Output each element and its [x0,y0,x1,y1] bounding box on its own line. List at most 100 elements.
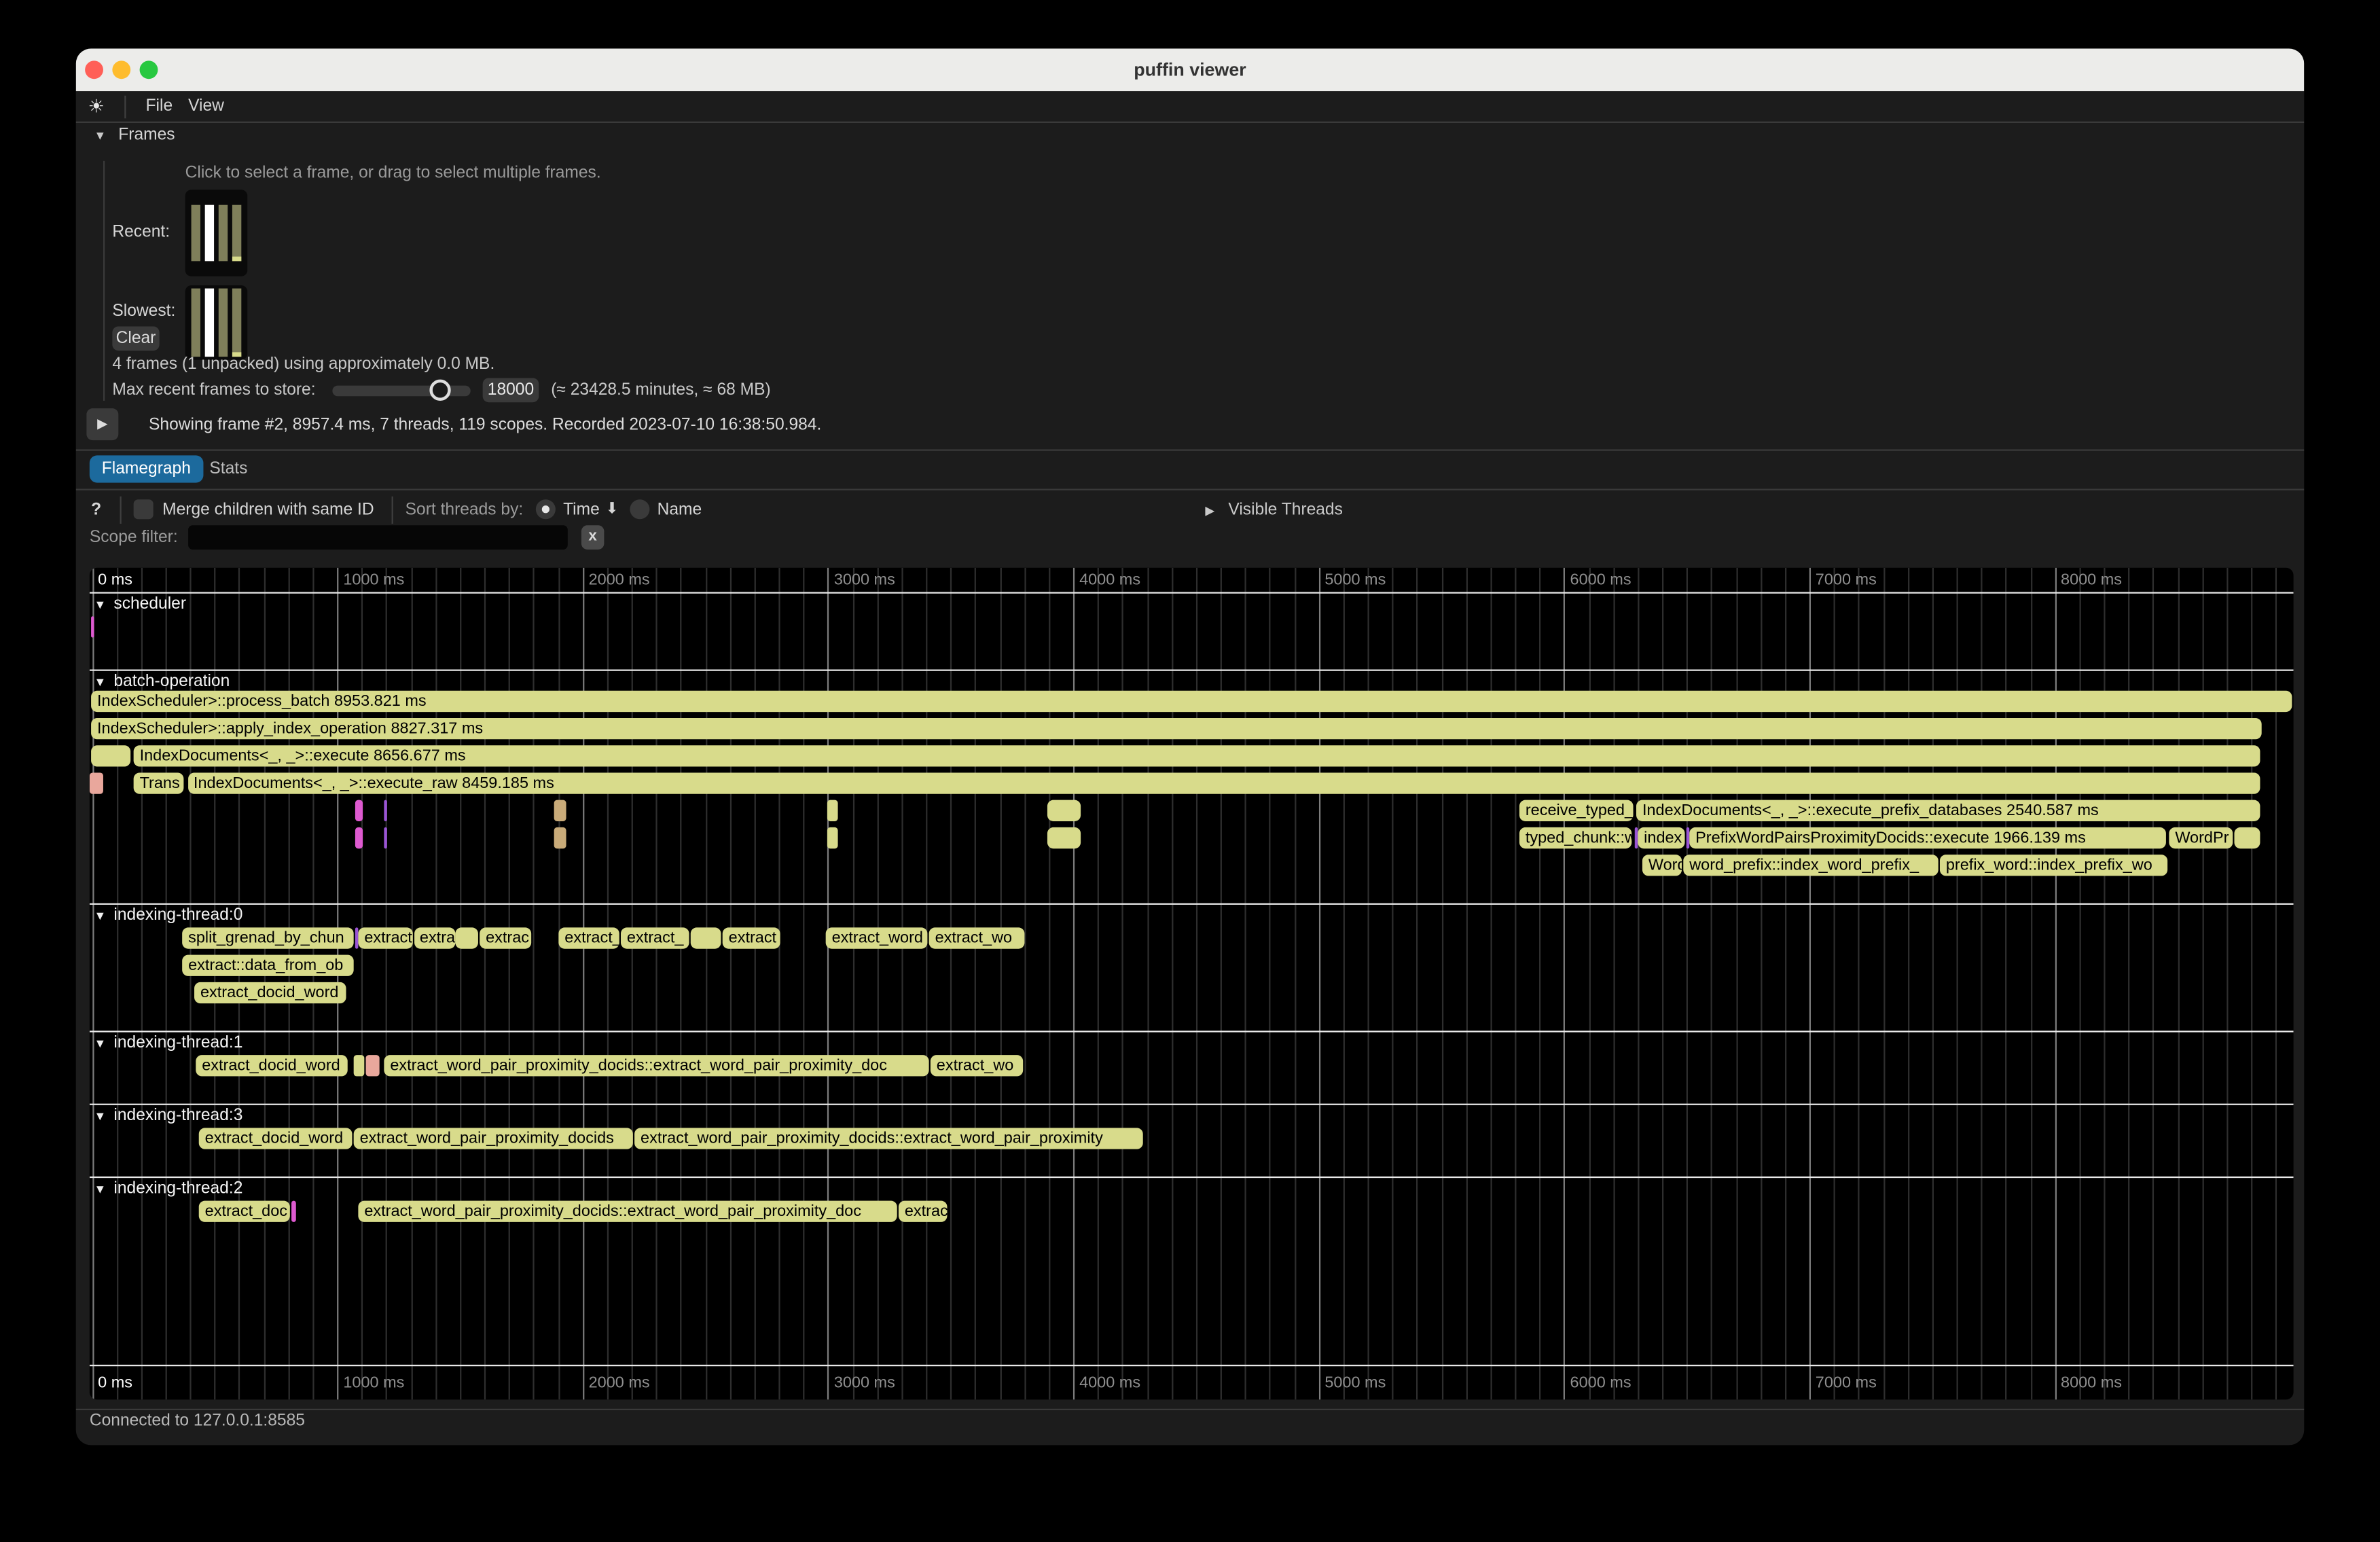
scope-bar[interactable]: IndexScheduler>::process_batch 8953.821 … [91,691,2292,712]
scope-bar[interactable]: extract_wo [929,927,1025,948]
scope-bar[interactable] [1686,827,1689,848]
scope-bar[interactable]: extract_docid_word [196,1055,347,1076]
scope-bar[interactable]: word_prefix::index_word_prefix_ [1683,855,1938,876]
max-frames-value[interactable]: 18000 [483,378,539,402]
scope-bar[interactable]: extra [414,927,454,948]
scope-bar[interactable]: extract_doc [199,1201,290,1222]
flamegraph-canvas[interactable]: 0 ms0 ms1000 ms1000 ms2000 ms2000 ms3000… [90,568,2294,1400]
scope-bar[interactable]: extract_docid_word [199,1128,353,1149]
clear-filter-button[interactable]: x [581,525,605,550]
scope-bar[interactable] [91,745,130,766]
sort-name-radio[interactable] [630,499,649,519]
frame-thumbnail-bar[interactable] [232,205,241,262]
scope-bar[interactable]: extract::data_from_ob [182,955,354,976]
scope-bar[interactable] [366,1055,380,1076]
scope-bar[interactable] [1634,827,1637,848]
scope-bar[interactable]: receive_typed_ [1519,800,1634,821]
scope-bar[interactable] [691,927,721,948]
scope-bar[interactable]: extract_word_pair_proximity_docids::extr… [358,1201,897,1222]
scope-filter-input[interactable] [188,525,568,550]
frame-thumbnail-bar[interactable] [192,205,200,262]
scope-bar[interactable]: index [1638,827,1684,848]
scope-bar[interactable]: extract_word_pair_proximity_docids::extr… [634,1128,1143,1149]
scope-bar[interactable] [90,772,103,793]
scope-bar[interactable]: IndexDocuments<_, _>::execute_prefix_dat… [1636,800,2260,821]
chevron-right-icon: ▶ [1205,504,1214,518]
thread-header[interactable]: ▼indexing-thread:0 [94,905,243,926]
thread-header[interactable]: ▼indexing-thread:2 [94,1178,243,1199]
recent-frames-thumbnail[interactable] [185,190,248,276]
thread-header[interactable]: ▼indexing-thread:3 [94,1105,243,1126]
scope-bar[interactable]: extrac [480,927,531,948]
frame-thumbnail-bar[interactable] [205,289,214,357]
time-tick-label: 8000 ms [2061,1374,2122,1393]
scope-bar[interactable]: extract_ [621,927,689,948]
scope-bar[interactable]: extrac [899,1201,948,1222]
scope-bar[interactable]: extract_word [826,927,928,948]
menu-file[interactable]: File [146,92,173,121]
slowest-frames-thumbnail[interactable] [185,285,248,360]
tab-stats[interactable]: Stats [198,455,260,482]
window-title: puffin viewer [76,49,2305,92]
scope-bar[interactable] [2234,827,2260,848]
scope-bar[interactable] [90,616,93,637]
scope-bar[interactable] [554,800,566,821]
scope-bar[interactable] [827,827,838,848]
time-tick-label: 2000 ms [589,1374,650,1393]
scope-bar[interactable] [383,827,386,848]
time-tick-label: 5000 ms [1324,571,1386,590]
scope-bar[interactable]: IndexDocuments<_, _>::execute 8656.677 m… [134,745,2260,766]
scope-bar[interactable]: IndexScheduler>::apply_index_operation 8… [91,718,2262,739]
scope-bar[interactable]: extract_docid_word [194,982,346,1003]
scope-bar[interactable] [291,1201,295,1222]
thread-header[interactable]: ▼batch-operation [94,671,230,692]
scope-bar[interactable]: typed_chunk::w [1519,827,1631,848]
merge-children-label: Merge children with same ID [162,499,374,520]
scope-bar[interactable] [455,927,478,948]
frame-thumbnail-bar[interactable] [192,289,200,357]
scope-bar[interactable]: Trans [134,772,184,793]
play-button[interactable]: ▶ [86,408,118,440]
scope-bar[interactable] [355,827,363,848]
scope-bar[interactable] [354,1055,365,1076]
scope-bar[interactable]: PrefixWordPairsProximityDocids::execute … [1689,827,2166,848]
scope-bar[interactable] [355,927,357,948]
menu-view[interactable]: View [188,92,224,121]
slider-knob[interactable] [429,380,450,401]
section-separator [90,1365,2294,1366]
help-button[interactable]: ? [91,499,101,520]
frame-thumbnail-bar[interactable] [205,205,214,262]
sort-time-radio[interactable] [536,499,556,519]
scope-bar[interactable]: extract_word_pair_proximity_docids [354,1128,633,1149]
chevron-down-icon: ▼ [94,598,107,611]
clear-button[interactable]: Clear [112,326,159,351]
scope-bar[interactable]: prefix_word::index_prefix_wo [1940,855,2167,876]
scope-bar[interactable]: extract [358,927,412,948]
scope-bar[interactable]: IndexDocuments<_, _>::execute_raw 8459.1… [187,772,2259,793]
frame-thumbnail-bar[interactable] [219,205,228,262]
scope-bar[interactable]: extract_wo [931,1055,1023,1076]
time-tick-label: 8000 ms [2061,571,2122,590]
merge-children-checkbox[interactable] [134,499,154,519]
scope-bar[interactable] [554,827,566,848]
scope-bar[interactable]: Word [1642,855,1682,876]
scope-bar[interactable]: extract_ [558,927,619,948]
scope-bar[interactable]: split_grenad_by_chun [182,927,354,948]
scope-bar[interactable]: WordPr [2169,827,2233,848]
tab-flamegraph[interactable]: Flamegraph [90,455,203,482]
visible-threads-header[interactable]: ▶ Visible Threads [1205,499,1343,520]
theme-toggle-icon[interactable]: ☀ [88,92,105,121]
scope-bar[interactable] [1047,800,1081,821]
scope-bar[interactable] [355,800,363,821]
scope-filter-label: Scope filter: [90,526,178,548]
frames-collapse-header[interactable]: ▼ Frames [94,124,175,145]
scope-bar[interactable] [1047,827,1081,848]
scope-bar[interactable]: extract_word_pair_proximity_docids::extr… [384,1055,928,1076]
scope-bar[interactable] [383,800,386,821]
scope-bar[interactable] [827,800,838,821]
thread-header[interactable]: ▼scheduler [94,594,186,615]
scope-bar[interactable]: extract [723,927,780,948]
thread-header[interactable]: ▼indexing-thread:1 [94,1033,243,1054]
frame-thumbnail-bar[interactable] [232,289,241,357]
frame-thumbnail-bar[interactable] [219,289,228,357]
